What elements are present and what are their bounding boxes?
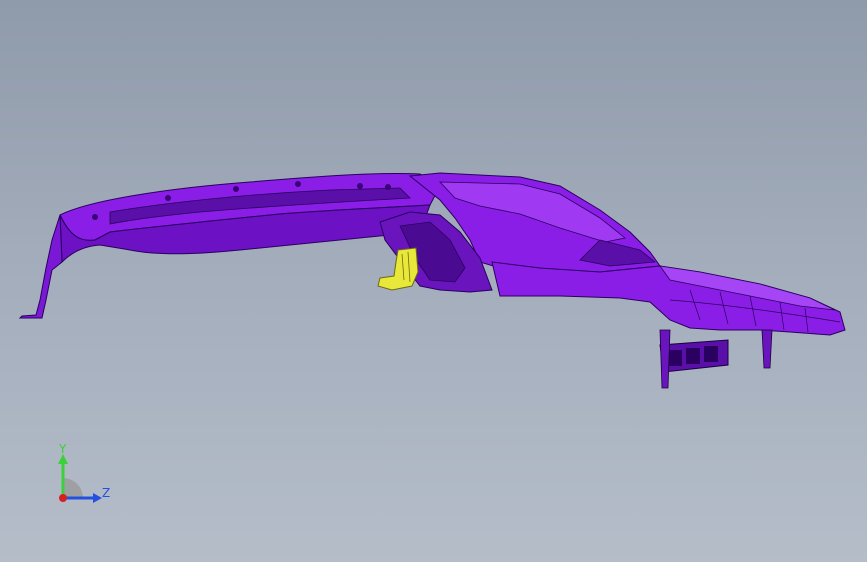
z-axis-label: Z — [102, 486, 111, 500]
rail-hole — [233, 186, 239, 192]
vent-slot — [668, 350, 682, 366]
vent-slot — [686, 348, 700, 364]
graphics-viewport[interactable]: Y Z — [0, 0, 867, 562]
z-axis-arrow — [93, 493, 102, 503]
rail-hole — [92, 214, 98, 220]
yellow-bracket[interactable] — [377, 247, 419, 291]
right-mount-tab — [761, 329, 773, 369]
coordinate-triad: Y Z — [40, 440, 120, 510]
x-axis-dot — [59, 494, 67, 502]
rail-hole — [295, 181, 301, 187]
cad-model-view[interactable] — [0, 0, 867, 562]
vent-support — [659, 329, 671, 389]
y-axis-label: Y — [59, 442, 67, 456]
left-mounting-post[interactable] — [18, 214, 63, 319]
rail-hole — [385, 184, 391, 190]
rail-hole — [165, 195, 171, 201]
triad-plane-quadrant — [63, 478, 83, 498]
rail-hole — [357, 183, 363, 189]
vent-slot — [704, 346, 718, 362]
